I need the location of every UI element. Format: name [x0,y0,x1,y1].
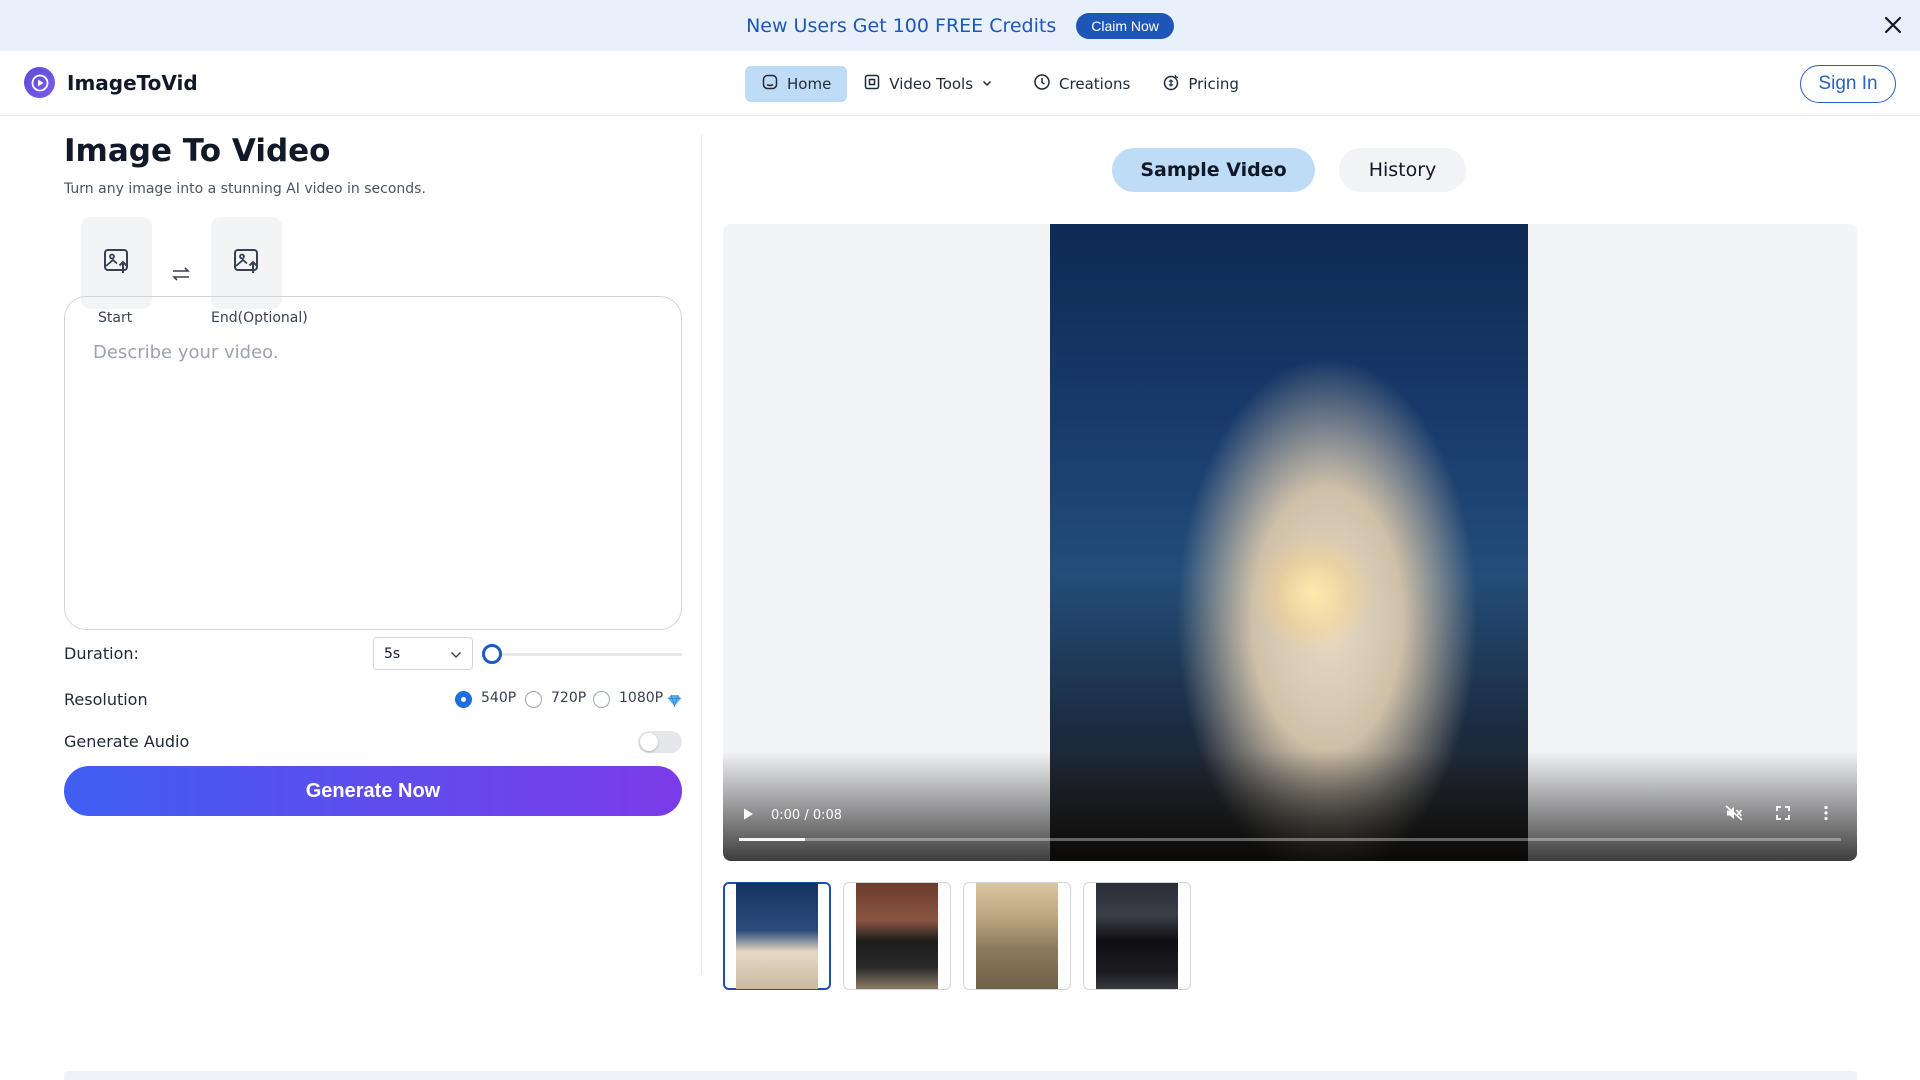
prompt-textarea[interactable]: Describe your video. [64,296,682,630]
mute-icon[interactable] [1725,805,1743,825]
duration-select[interactable]: 5s [373,637,473,670]
resolution-540p-label: 540P [481,690,517,706]
diamond-premium-icon [667,692,682,711]
panel-divider [701,135,702,975]
duration-slider-handle[interactable] [482,644,502,664]
nav-creations[interactable]: Creations [1017,66,1146,102]
brand-logo[interactable]: ImageToVid [24,67,198,98]
duration-label: Duration: [64,644,139,663]
play-icon[interactable] [741,806,755,825]
close-icon[interactable] [1882,14,1904,36]
thumbnail-image [976,883,1058,989]
more-options-icon[interactable] [1823,805,1829,825]
nav-home-label: Home [787,75,832,93]
image-upload-icon [233,247,261,279]
video-controls: 0:00 / 0:08 [723,751,1857,861]
tab-history[interactable]: History [1339,148,1466,192]
video-time: 0:00 / 0:08 [771,808,843,823]
pricing-icon [1162,73,1188,95]
nav-video-tools[interactable]: Video Tools [847,66,1017,102]
video-player[interactable]: 0:00 / 0:08 [723,224,1857,861]
banner-text: New Users Get 100 FREE Credits [746,14,1057,37]
nav-video-tools-label: Video Tools [889,75,974,93]
thumbnail-image [856,883,938,989]
image-upload-icon [103,247,131,279]
generate-now-button[interactable]: Generate Now [64,766,682,816]
sample-thumbnail[interactable] [723,882,831,990]
logo-icon [24,67,55,98]
swap-icon[interactable] [170,265,192,287]
generate-audio-toggle[interactable] [638,731,682,753]
resolution-720p-radio[interactable] [525,691,542,708]
sample-thumbnail[interactable] [963,882,1071,990]
claim-now-button[interactable]: Claim Now [1076,12,1174,39]
home-icon [761,73,787,95]
chevron-down-icon [981,75,1001,93]
video-progress-fill [739,838,806,841]
tab-sample-video[interactable]: Sample Video [1112,148,1315,192]
resolution-540p-radio[interactable] [455,691,472,708]
duration-slider-track[interactable] [492,653,682,656]
resolution-1080p-radio[interactable] [593,691,610,708]
thumbnail-image [736,883,818,989]
video-progress-bar[interactable] [739,838,1841,841]
thumbnail-image [1096,883,1178,989]
nav-pricing-label: Pricing [1188,75,1239,93]
nav-creations-label: Creations [1059,75,1131,93]
brand-name: ImageToVid [67,70,198,95]
site-header: ImageToVid Home Video Tools Creations Pr… [0,51,1920,116]
page-subtitle: Turn any image into a stunning AI video … [64,181,426,197]
video-tools-icon [863,73,889,95]
resolution-1080p-label: 1080P [619,690,664,706]
promo-banner: New Users Get 100 FREE Credits Claim Now [0,0,1920,51]
resolution-label: Resolution [64,690,148,709]
nav-pricing[interactable]: Pricing [1146,66,1255,102]
prompt-placeholder: Describe your video. [93,342,279,363]
sample-thumbnail[interactable] [843,882,951,990]
sign-in-button[interactable]: Sign In [1800,65,1896,103]
resolution-720p-label: 720P [551,690,587,706]
fullscreen-icon[interactable] [1775,805,1791,825]
clock-icon [1033,73,1059,95]
duration-value: 5s [384,646,401,662]
sample-thumbnail[interactable] [1083,882,1191,990]
nav-home[interactable]: Home [745,66,848,102]
bottom-section-edge [64,1071,1857,1080]
page-title: Image To Video [64,133,331,169]
generate-audio-label: Generate Audio [64,732,190,751]
toggle-knob [640,733,658,751]
main-nav: Home Video Tools Creations Pricing [745,66,1255,102]
